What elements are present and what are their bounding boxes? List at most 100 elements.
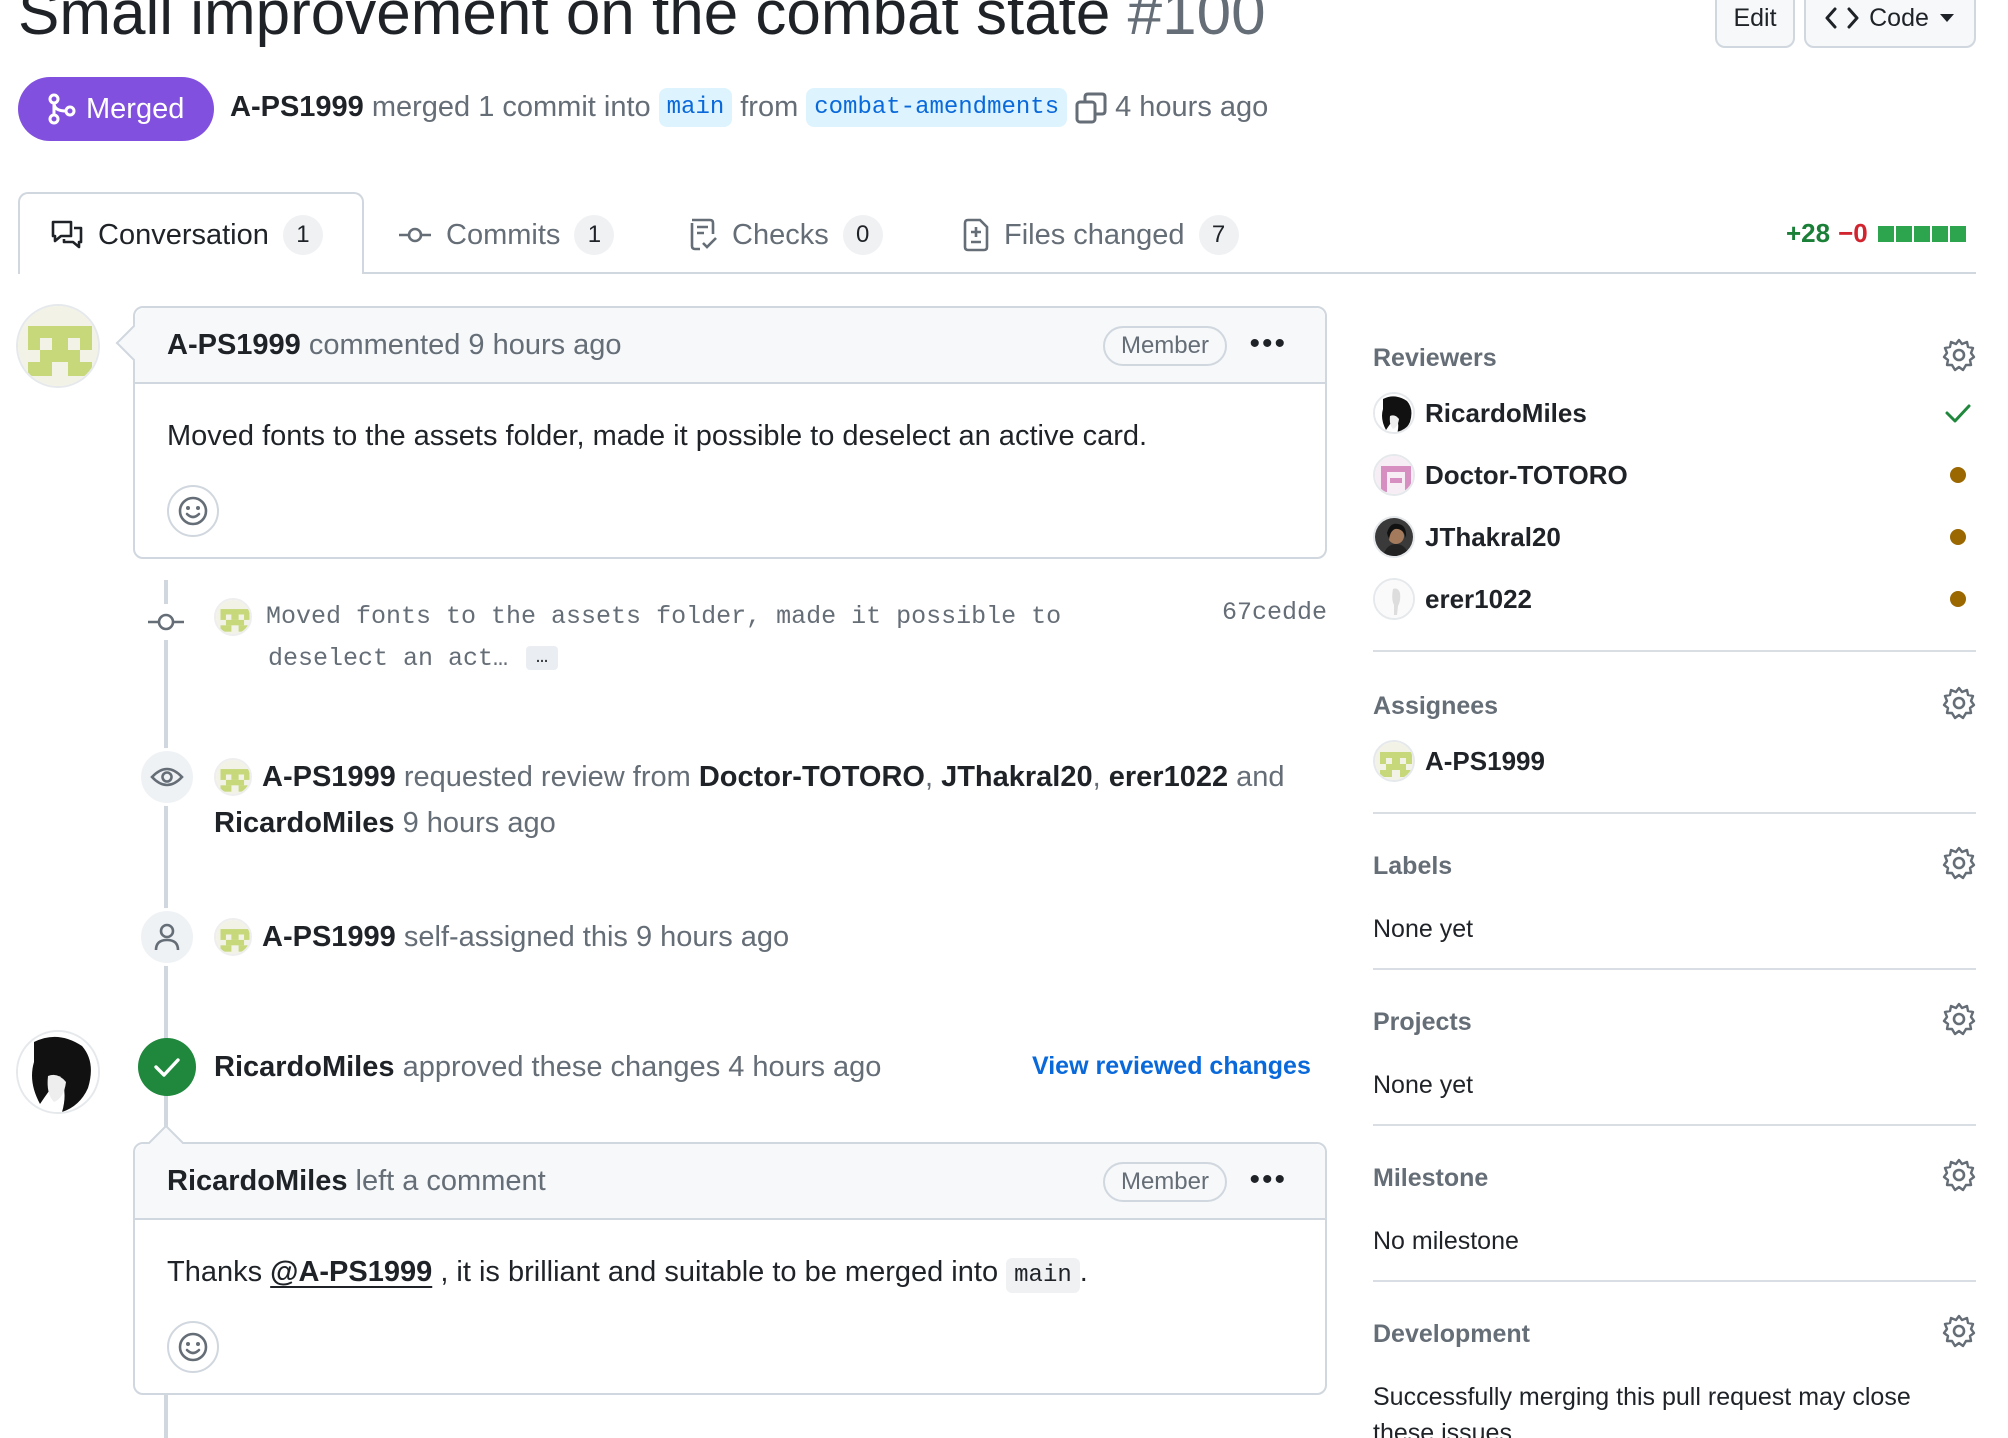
avatar[interactable] bbox=[16, 304, 100, 388]
commit-sha[interactable]: 67cedde bbox=[1222, 598, 1327, 627]
additions-count: +28 bbox=[1786, 218, 1831, 248]
tab-label: Files changed bbox=[1004, 218, 1185, 251]
add-reaction-button[interactable] bbox=[167, 1321, 219, 1373]
milestone-section: Milestone No milestone bbox=[1373, 1158, 1976, 1259]
status-badge: Merged bbox=[18, 77, 214, 141]
checks-icon bbox=[688, 218, 718, 252]
comment-author[interactable]: A-PS1999 bbox=[167, 329, 301, 362]
person-icon-badge bbox=[138, 908, 196, 966]
merge-summary: A-PS1999 merged 1 commit into main from … bbox=[230, 88, 1268, 127]
copy-icon[interactable] bbox=[1075, 92, 1107, 124]
event-actor[interactable]: RicardoMiles bbox=[214, 1051, 395, 1083]
avatar bbox=[1373, 454, 1415, 496]
event-user[interactable]: Doctor-TOTORO bbox=[699, 761, 925, 793]
projects-title: Projects bbox=[1373, 1008, 1472, 1036]
event-user[interactable]: RicardoMiles bbox=[214, 807, 395, 839]
file-diff-icon bbox=[962, 218, 990, 252]
reviewer-name: RicardoMiles bbox=[1425, 397, 1587, 428]
pending-dot-icon bbox=[1950, 529, 1966, 545]
add-reaction-button[interactable] bbox=[167, 485, 219, 537]
diffstat: +28 −0 bbox=[1786, 218, 1966, 249]
tab-label: Commits bbox=[446, 218, 561, 251]
avatar bbox=[1373, 392, 1415, 434]
base-branch[interactable]: main bbox=[658, 88, 733, 127]
pr-number: #100 bbox=[1127, 0, 1266, 48]
tab-files-changed[interactable]: Files changed 7 bbox=[962, 212, 1239, 258]
kebab-icon[interactable]: ••• bbox=[1249, 1165, 1287, 1195]
merged-text: merged 1 commit into bbox=[371, 91, 651, 123]
development-value: Successfully merging this pull request m… bbox=[1373, 1383, 1911, 1438]
user-mention[interactable]: @A-PS1999 bbox=[270, 1256, 432, 1288]
reviewers-title: Reviewers bbox=[1373, 344, 1497, 372]
gear-icon[interactable] bbox=[1942, 1002, 1976, 1036]
avatar[interactable] bbox=[214, 598, 252, 636]
check-icon bbox=[153, 1056, 181, 1078]
comment-action: commented 9 hours ago bbox=[308, 328, 622, 361]
gear-icon[interactable] bbox=[1942, 686, 1976, 720]
commit-icon bbox=[398, 225, 432, 245]
reviewer-name: Doctor-TOTORO bbox=[1425, 459, 1628, 490]
pending-dot-icon bbox=[1950, 467, 1966, 483]
avatar[interactable] bbox=[16, 1030, 100, 1114]
kebab-icon[interactable]: ••• bbox=[1249, 329, 1287, 359]
commit-message[interactable]: Moved fonts to the assets folder, made i… bbox=[266, 596, 1066, 680]
expand-commit-button[interactable]: … bbox=[526, 646, 559, 671]
labels-title: Labels bbox=[1373, 852, 1453, 880]
event-user[interactable]: erer1022 bbox=[1109, 761, 1228, 793]
reviewer-row[interactable]: RicardoMiles bbox=[1373, 390, 1976, 436]
gear-icon[interactable] bbox=[1942, 846, 1976, 880]
sidebar-divider bbox=[1373, 1280, 1976, 1282]
head-branch[interactable]: combat-amendments bbox=[806, 88, 1068, 127]
gear-icon[interactable] bbox=[1942, 338, 1976, 372]
role-badge: Member bbox=[1102, 326, 1227, 366]
chevron-down-icon bbox=[1939, 13, 1955, 23]
from-text: from bbox=[740, 91, 799, 123]
comment-author[interactable]: RicardoMiles bbox=[167, 1165, 348, 1198]
labels-value: None yet bbox=[1373, 915, 1474, 943]
avatar bbox=[1373, 516, 1415, 558]
reviewer-name: JThakral20 bbox=[1425, 521, 1561, 552]
comment-header: RicardoMiles left a comment Member ••• bbox=[135, 1144, 1325, 1220]
edit-button[interactable]: Edit bbox=[1715, 0, 1795, 48]
view-reviewed-changes-link[interactable]: View reviewed changes bbox=[1032, 1052, 1311, 1081]
comment-header: A-PS1999 commented 9 hours ago Member ••… bbox=[135, 308, 1325, 384]
role-badge: Member bbox=[1102, 1162, 1227, 1202]
approved-badge bbox=[138, 1038, 196, 1096]
tab-counter: 1 bbox=[282, 215, 323, 255]
code-icon bbox=[1825, 6, 1859, 30]
tab-counter: 7 bbox=[1198, 215, 1239, 255]
self-assign-event: A-PS1999 self-assigned this 9 hours ago bbox=[262, 914, 789, 960]
tab-commits[interactable]: Commits 1 bbox=[398, 212, 615, 258]
reviewer-row[interactable]: erer1022 bbox=[1373, 576, 1976, 622]
comment-text: Thanks @A-PS1999 , it is brilliant and s… bbox=[167, 1256, 1293, 1293]
event-actor[interactable]: A-PS1999 bbox=[262, 921, 396, 953]
reviewers-section: Reviewers RicardoMiles Doctor-TOTORO JTh… bbox=[1373, 338, 1976, 644]
tab-conversation[interactable]: Conversation 1 bbox=[50, 212, 323, 258]
pr-title: Small improvement on the combat state #1… bbox=[18, 0, 1266, 49]
reviewer-row[interactable]: Doctor-TOTORO bbox=[1373, 452, 1976, 498]
comment-text-part: Thanks bbox=[167, 1256, 263, 1288]
code-button[interactable]: Code bbox=[1804, 0, 1976, 48]
event-actor[interactable]: A-PS1999 bbox=[262, 761, 396, 793]
event-text: approved these changes 4 hours ago bbox=[402, 1051, 882, 1083]
review-comment-box: RicardoMiles left a comment Member ••• T… bbox=[133, 1124, 1327, 1395]
commit-message-line: Moved fonts to the assets folder, made i… bbox=[266, 602, 1062, 631]
assignee-row[interactable]: A-PS1999 bbox=[1373, 738, 1976, 784]
tab-counter: 1 bbox=[574, 215, 615, 255]
commit-icon bbox=[148, 604, 184, 640]
status-label: Merged bbox=[86, 92, 185, 125]
gear-icon[interactable] bbox=[1942, 1158, 1976, 1192]
avatar[interactable] bbox=[214, 918, 252, 956]
comment-text-part: , it is brilliant and suitable to be mer… bbox=[440, 1256, 999, 1288]
tab-counter: 0 bbox=[842, 215, 883, 255]
assignees-title: Assignees bbox=[1373, 692, 1499, 720]
tab-checks[interactable]: Checks 0 bbox=[688, 212, 883, 258]
event-user[interactable]: JThakral20 bbox=[941, 761, 1093, 793]
reviewer-row[interactable]: JThakral20 bbox=[1373, 514, 1976, 560]
gear-icon[interactable] bbox=[1942, 1314, 1976, 1348]
approval-event: RicardoMiles approved these changes 4 ho… bbox=[214, 1044, 881, 1090]
inline-code: main bbox=[1006, 1258, 1080, 1293]
comment-text: Moved fonts to the assets folder, made i… bbox=[167, 420, 1148, 452]
check-icon bbox=[1944, 402, 1972, 424]
author-link[interactable]: A-PS1999 bbox=[230, 91, 364, 124]
